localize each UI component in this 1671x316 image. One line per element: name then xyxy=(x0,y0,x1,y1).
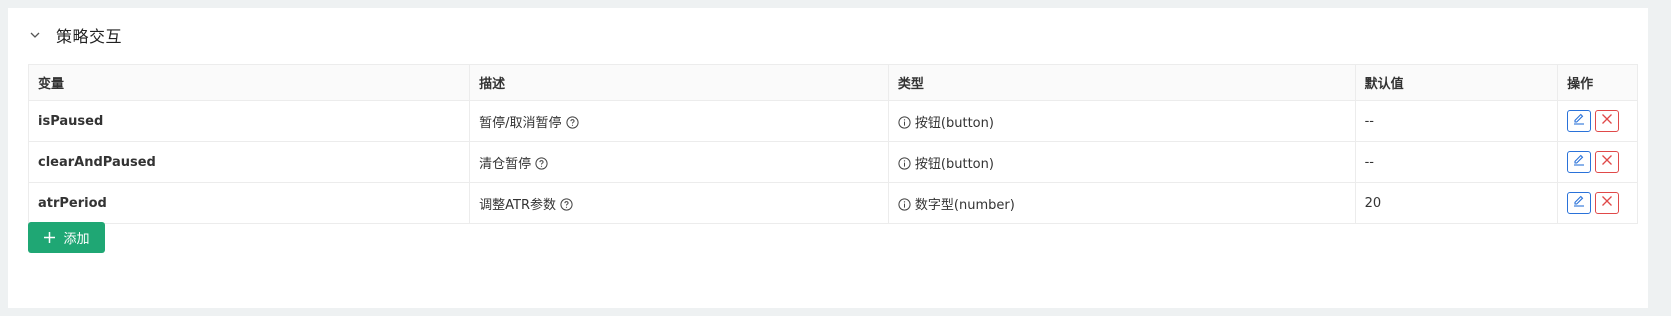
table-row: clearAndPaused 清仓暂停 按钮(button) -- xyxy=(27,141,1638,183)
add-button[interactable]: 添加 xyxy=(28,222,105,253)
section-title: 策略交互 xyxy=(56,27,123,46)
edit-icon xyxy=(1572,112,1586,130)
type-text: 按钮(button) xyxy=(914,115,994,131)
default-value-cell: -- xyxy=(1354,100,1559,142)
description-cell: 清仓暂停 xyxy=(469,141,889,183)
actions-cell xyxy=(1557,182,1638,224)
question-circle-icon[interactable] xyxy=(535,156,548,170)
edit-icon xyxy=(1572,194,1586,212)
table-row: atrPeriod 调整ATR参数 数字型(number) 20 xyxy=(27,182,1638,224)
description-cell: 暂停/取消暂停 xyxy=(469,100,889,142)
column-header-description: 描述 xyxy=(469,64,889,101)
section-header[interactable]: 策略交互 xyxy=(28,22,122,48)
actions-cell xyxy=(1557,100,1638,142)
close-icon xyxy=(1601,195,1613,211)
close-icon xyxy=(1601,113,1613,129)
column-header-type: 类型 xyxy=(887,64,1356,101)
type-cell: 按钮(button) xyxy=(887,100,1356,142)
info-circle-icon xyxy=(898,156,911,170)
description-cell: 调整ATR参数 xyxy=(469,182,889,224)
type-cell: 按钮(button) xyxy=(887,141,1356,183)
question-circle-icon[interactable] xyxy=(560,197,573,211)
column-header-default: 默认值 xyxy=(1354,64,1559,101)
plus-icon xyxy=(43,231,56,244)
description-text: 清仓暂停 xyxy=(479,156,532,172)
add-button-label: 添加 xyxy=(63,232,90,247)
variable-name-cell: clearAndPaused xyxy=(27,141,471,183)
table-header-row: 变量 描述 类型 默认值 操作 xyxy=(27,64,1638,101)
type-text: 按钮(button) xyxy=(914,156,994,172)
default-value-cell: 20 xyxy=(1354,182,1559,224)
type-text: 数字型(number) xyxy=(914,197,1015,213)
question-circle-icon[interactable] xyxy=(565,115,579,129)
actions-cell xyxy=(1557,141,1638,183)
variable-name-cell: atrPeriod xyxy=(27,182,471,224)
delete-button[interactable] xyxy=(1595,110,1620,132)
delete-button[interactable] xyxy=(1595,151,1620,173)
chevron-down-icon[interactable] xyxy=(28,28,42,42)
edit-button[interactable] xyxy=(1567,192,1592,214)
column-header-variable: 变量 xyxy=(27,64,471,101)
info-circle-icon xyxy=(898,197,911,211)
column-header-actions: 操作 xyxy=(1557,64,1638,101)
edit-icon xyxy=(1572,153,1586,171)
variables-table: 变量 描述 类型 默认值 操作 isPaused 暂停/取消暂停 按钮(butt… xyxy=(27,64,1638,224)
delete-button[interactable] xyxy=(1595,192,1620,214)
table-row: isPaused 暂停/取消暂停 按钮(button) -- xyxy=(27,100,1638,142)
description-text: 暂停/取消暂停 xyxy=(479,115,562,131)
description-text: 调整ATR参数 xyxy=(479,197,556,213)
type-cell: 数字型(number) xyxy=(887,182,1356,224)
edit-button[interactable] xyxy=(1567,110,1592,132)
close-icon xyxy=(1601,154,1613,170)
variable-name-cell: isPaused xyxy=(27,100,471,142)
edit-button[interactable] xyxy=(1567,151,1592,173)
info-circle-icon xyxy=(898,115,911,129)
strategy-interaction-panel: 策略交互 变量 描述 类型 默认值 操作 isPaused 暂停/取消暂停 按钮… xyxy=(8,8,1648,308)
default-value-cell: -- xyxy=(1354,141,1559,183)
